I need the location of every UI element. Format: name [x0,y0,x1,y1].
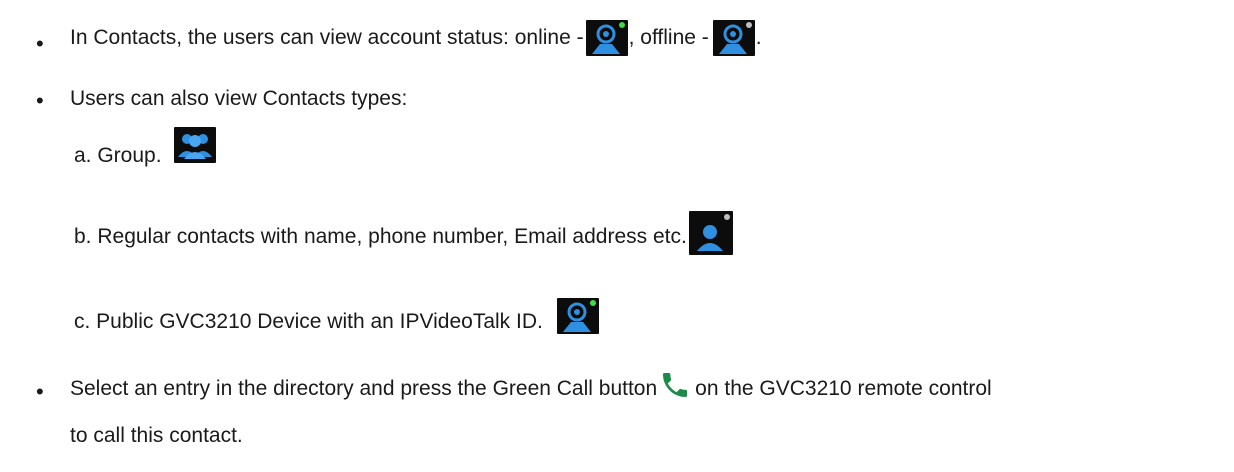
status-text-after: . [755,26,762,49]
type-public-text: c. Public GVC3210 Device with an IPVideo… [74,310,543,333]
type-public-line: c. Public GVC3210 Device with an IPVideo… [74,298,599,344]
status-line: In Contacts, the users can view account … [70,18,762,58]
call-line-2: to call this contact. [70,416,243,456]
call-line-1: Select an entry in the directory and pre… [70,369,992,409]
bullet-marker: • [36,88,44,113]
type-group-line: a. Group. [74,127,216,178]
type-regular-text: b. Regular contacts with name, phone num… [74,225,687,248]
call-text-before: Select an entry in the directory and pre… [70,377,658,400]
type-regular-line: b. Regular contacts with name, phone num… [74,211,733,263]
device-online-icon [585,20,628,56]
types-heading: Users can also view Contacts types: [70,84,407,114]
group-icon [173,127,216,163]
type-group-text: a. Group. [74,144,162,167]
contact-icon [688,211,733,255]
call-text-after: on the GVC3210 remote control [695,377,992,400]
device-offline-icon [712,20,755,56]
device-online-icon [556,298,599,334]
phone-icon [659,369,691,401]
types-heading-text: Users can also view Contacts types: [70,87,408,110]
call-text-line2: to call this contact. [70,424,243,447]
bullet-marker: • [36,379,44,404]
status-text-middle: , offline - [628,26,709,49]
bullet-marker: • [36,31,44,56]
status-text-before: In Contacts, the users can view account … [70,26,584,49]
